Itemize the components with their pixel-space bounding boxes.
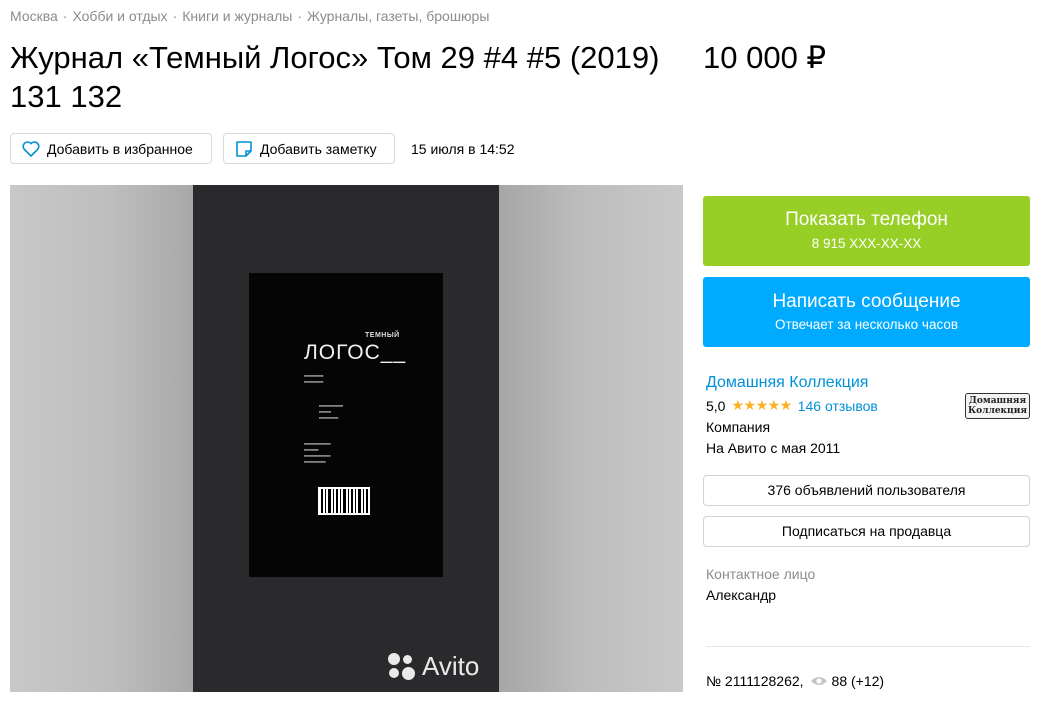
gallery-blur-left	[10, 185, 193, 692]
seller-ads-button[interactable]: 376 объявлений пользователя	[703, 475, 1030, 506]
response-time-label: Отвечает за несколько часов	[774, 317, 959, 332]
show-phone-label: Показать телефон	[785, 209, 948, 230]
cover-fine-print: ▬▬▬▬▬▬▬▬▬▬▬ ▬▬▬▬▬▬ ▬▬▬▬▬▬▬▬▬▬▬ ▬▬▬▬▬▬▬▬▬	[304, 441, 331, 464]
eye-icon	[810, 677, 827, 685]
gallery-blur-right	[499, 185, 683, 692]
cover-label: ТЕМНЫЙ ЛОГОС__ ▬▬▬▬▬▬▬▬ ▬▬▬▬▬▬▬▬ ▬▬▬▬▬▬▬▬…	[249, 273, 443, 577]
cover-fine-print: ▬▬▬▬▬▬▬▬ ▬▬▬▬▬▬▬▬	[304, 373, 324, 384]
breadcrumb: Москва · Хобби и отдых · Книги и журналы · Жур…	[10, 8, 489, 24]
avito-watermark: Avito	[388, 651, 479, 682]
price: 10 000 ₽	[703, 40, 827, 75]
publish-date: 15 июля в 14:52	[411, 141, 515, 157]
seller-rating: 5,0 ★★★★★ 146 отзывов	[706, 397, 878, 414]
cover-small-title: ТЕМНЫЙ	[365, 332, 400, 339]
listing-number: № 2111128262,	[706, 673, 804, 689]
cover-big-title: ЛОГОС__	[304, 341, 407, 364]
breadcrumb-separator: ·	[62, 8, 68, 24]
watermark-text: Avito	[422, 651, 480, 681]
subscribe-seller-button[interactable]: Подписаться на продавца	[703, 516, 1030, 547]
add-note-button[interactable]: Добавить заметку	[223, 133, 395, 164]
reviews-link[interactable]: 146 отзывов	[798, 398, 878, 414]
seller-since: На Авито с мая 2011	[706, 440, 841, 456]
write-message-label: Написать сообщение	[772, 291, 961, 312]
breadcrumb-separator: ·	[297, 8, 303, 24]
avito-logo-icon	[388, 652, 416, 681]
breadcrumb-item[interactable]: Москва	[10, 8, 58, 24]
cover-fine-print: ▬▬▬▬▬▬▬▬▬▬ ▬▬▬▬▬ ▬▬▬▬▬▬▬▬	[319, 403, 344, 420]
photo-gallery[interactable]: ТЕМНЫЙ ЛОГОС__ ▬▬▬▬▬▬▬▬ ▬▬▬▬▬▬▬▬ ▬▬▬▬▬▬▬▬…	[10, 185, 683, 692]
magazine-cover-photo[interactable]: ТЕМНЫЙ ЛОГОС__ ▬▬▬▬▬▬▬▬ ▬▬▬▬▬▬▬▬ ▬▬▬▬▬▬▬▬…	[193, 185, 499, 692]
contact-person-name: Александр	[706, 587, 777, 603]
add-to-favorites-label: Добавить в избранное	[47, 140, 193, 157]
breadcrumb-item[interactable]: Книги и журналы	[182, 8, 292, 24]
add-to-favorites-button[interactable]: Добавить в избранное	[10, 133, 212, 164]
show-phone-button[interactable]: Показать телефон 8 915 XXX-XX-XX	[703, 196, 1030, 266]
barcode-icon	[318, 487, 370, 515]
breadcrumb-item[interactable]: Журналы, газеты, брошюры	[307, 8, 489, 24]
breadcrumb-item[interactable]: Хобби и отдых	[72, 8, 167, 24]
breadcrumb-separator: ·	[172, 8, 178, 24]
masked-phone-number: 8 915 XXX-XX-XX	[811, 236, 922, 251]
seller-name-link[interactable]: Домашняя Коллекция	[706, 374, 868, 392]
seller-logo[interactable]: Домашняя Коллекция	[965, 393, 1030, 419]
rating-stars-icon: ★★★★★	[731, 397, 792, 413]
views-count: 88 (+12)	[831, 673, 885, 689]
heart-icon	[22, 140, 40, 157]
note-icon	[236, 140, 252, 157]
divider	[706, 646, 1030, 647]
listing-meta: № 2111128262, 88 (+12)	[706, 673, 884, 689]
rating-value: 5,0	[706, 397, 726, 414]
page-title: Журнал «Темный Логос» Том 29 #4 #5 (2019…	[10, 40, 660, 114]
write-message-button[interactable]: Написать сообщение Отвечает за несколько…	[703, 277, 1030, 347]
contact-person-label: Контактное лицо	[706, 566, 816, 582]
add-note-label: Добавить заметку	[260, 140, 377, 157]
seller-type: Компания	[706, 419, 771, 435]
